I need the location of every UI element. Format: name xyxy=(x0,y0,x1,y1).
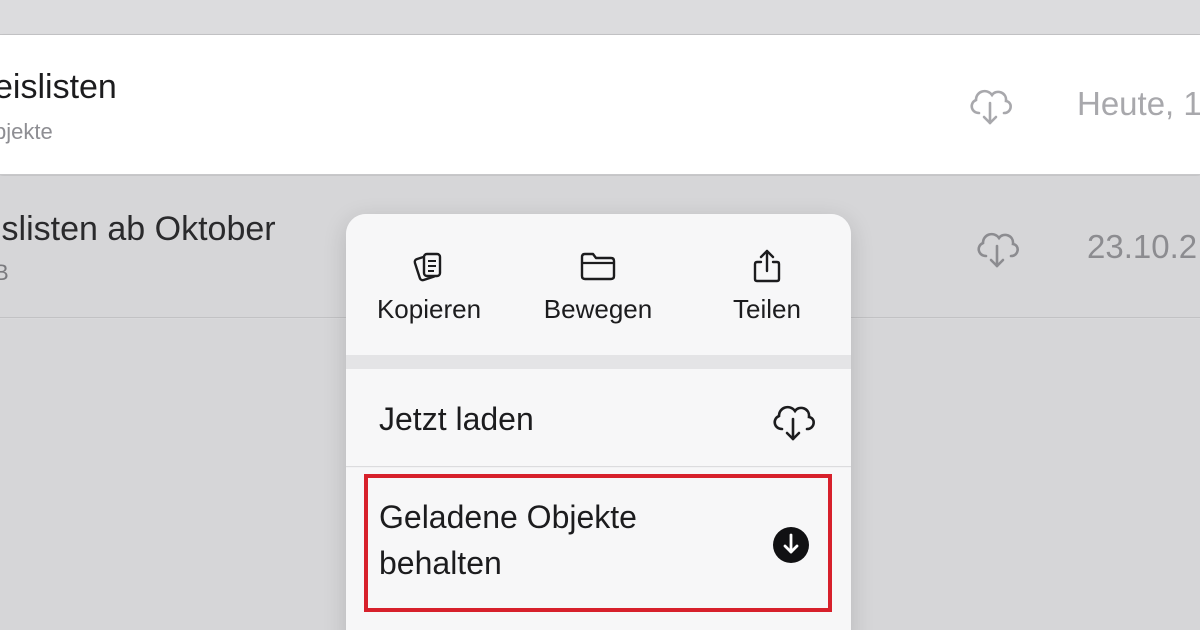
top-strip xyxy=(0,0,1200,35)
folder-icon xyxy=(580,252,616,281)
menu-separator xyxy=(346,355,851,369)
copy-label: Kopieren xyxy=(376,294,482,324)
cloud-download-icon[interactable] xyxy=(965,83,1015,127)
share-label: Teilen xyxy=(733,294,801,324)
file-row-name: eislisten xyxy=(0,68,117,106)
highlight-box xyxy=(364,474,832,612)
file-row-preislisten[interactable]: eislisten bjekte Heute, 1 xyxy=(0,35,1200,175)
share-button[interactable]: Teilen xyxy=(692,248,842,325)
file-row-date: 23.10.2 xyxy=(1087,228,1198,265)
cloud-download-icon[interactable] xyxy=(972,226,1022,270)
menu-item-label: Jetzt laden xyxy=(379,401,534,437)
copy-button[interactable]: Kopieren xyxy=(354,248,504,325)
share-icon xyxy=(753,249,781,283)
move-button[interactable]: Bewegen xyxy=(523,248,673,325)
file-row-subtitle: B xyxy=(0,260,9,285)
download-now-menu-item[interactable]: Jetzt laden xyxy=(346,369,851,467)
quick-actions-bar: Kopieren Bewegen Teilen xyxy=(346,214,851,355)
file-row-date: Heute, 1 xyxy=(1077,85,1200,122)
copy-icon xyxy=(413,252,442,282)
file-row-name: islisten ab Oktober xyxy=(0,210,276,248)
files-app-view: eislisten bjekte Heute, 1 islisten ab Ok… xyxy=(0,0,1200,630)
cloud-download-icon xyxy=(773,405,815,441)
move-label: Bewegen xyxy=(543,294,653,324)
file-row-subtitle: bjekte xyxy=(0,119,53,144)
